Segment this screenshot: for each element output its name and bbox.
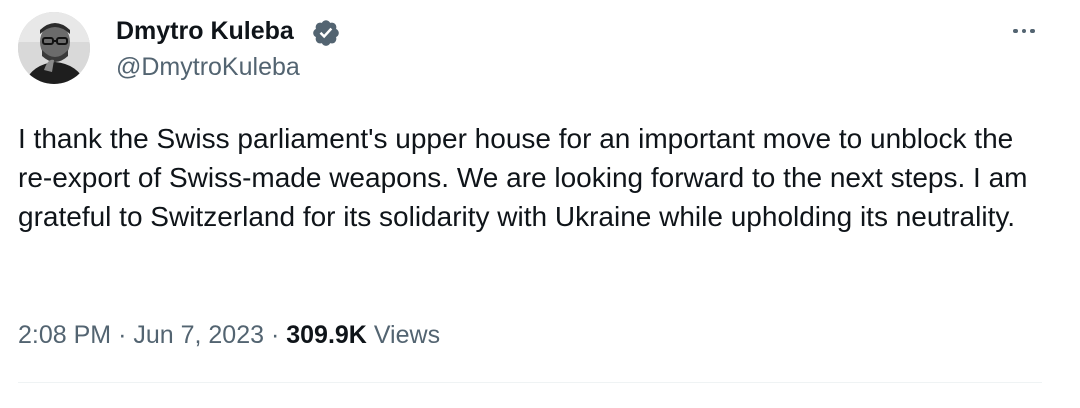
author-name[interactable]: Dmytro Kuleba [116, 15, 294, 47]
divider [18, 382, 1042, 383]
tweet-metadata: 2:08 PM · Jun 7, 2023 · 309.9K Views [18, 318, 440, 352]
more-options-button[interactable] [1004, 16, 1044, 46]
author-avatar[interactable] [18, 12, 90, 84]
author-handle[interactable]: @DmytroKuleba [116, 52, 300, 82]
more-options-icon [1013, 28, 1018, 34]
views-count[interactable]: 309.9K [286, 321, 367, 349]
tweet-text: I thank the Swiss parliament's upper hou… [18, 123, 1028, 232]
more-options-icon [1030, 28, 1035, 34]
verified-badge-icon [313, 20, 339, 46]
meta-separator: · [270, 321, 280, 349]
views-label[interactable]: Views [374, 321, 440, 349]
more-options-icon [1021, 28, 1027, 34]
avatar-icon [18, 12, 90, 84]
tweet-date[interactable]: Jun 7, 2023 [133, 321, 264, 349]
tweet-time[interactable]: 2:08 PM [18, 321, 111, 349]
tweet-card: Dmytro Kuleba @DmytroKuleba I thank the … [0, 0, 1080, 408]
meta-separator: · [118, 321, 127, 349]
